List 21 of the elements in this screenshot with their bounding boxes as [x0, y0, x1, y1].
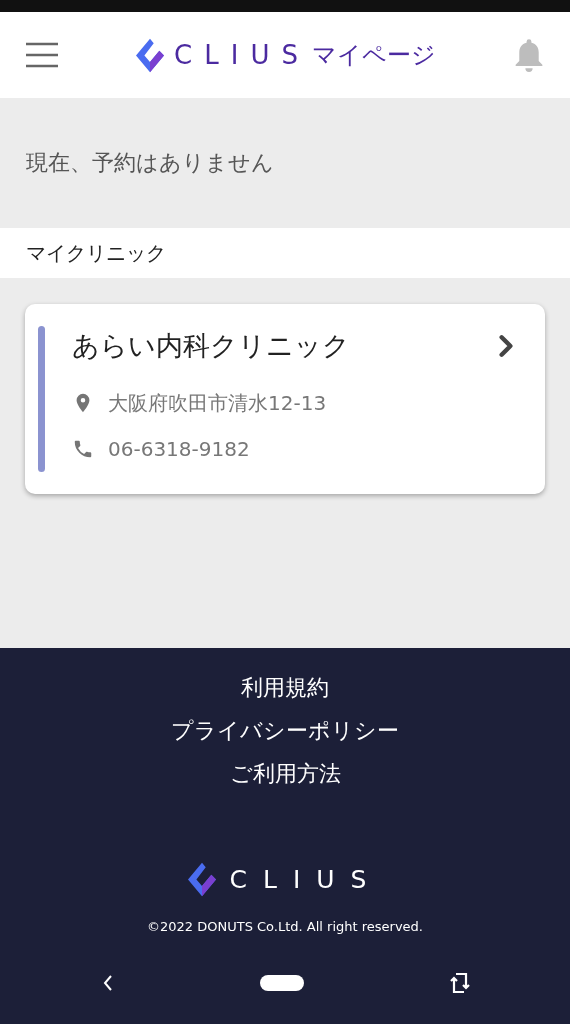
clinic-name: あらい内科クリニック: [72, 329, 350, 363]
section-title: マイクリニック: [26, 239, 166, 267]
phone-icon: [72, 438, 94, 460]
home-button[interactable]: [260, 975, 304, 991]
clinic-phone: 06-6318-9182: [108, 437, 250, 461]
logo-icon: [187, 862, 216, 897]
logo-text: CLIUS: [174, 40, 310, 70]
footer-link[interactable]: ご利用方法: [229, 758, 341, 790]
clinic-card[interactable]: あらい内科クリニック 大阪府吹田市清水12-13 06-6318-9182: [25, 304, 545, 494]
page-title: マイページ: [311, 40, 436, 71]
chevron-icon: [497, 334, 515, 358]
copyright-text: ©2022 DONUTS Co.Ltd. All right reserved.: [147, 919, 423, 934]
footer-link[interactable]: 利用規約: [241, 672, 329, 704]
back-icon[interactable]: [102, 973, 114, 993]
footer-link[interactable]: プライバシーポリシー: [171, 715, 399, 747]
clinic-address: 大阪府吹田市清水12-13: [108, 389, 327, 417]
menu-icon[interactable]: [26, 42, 58, 68]
rotate-icon[interactable]: [450, 970, 470, 996]
logo-text: CLIUS: [229, 865, 383, 894]
logo-icon: [136, 37, 165, 73]
notice-text: 現在、予約はありません: [26, 149, 274, 177]
